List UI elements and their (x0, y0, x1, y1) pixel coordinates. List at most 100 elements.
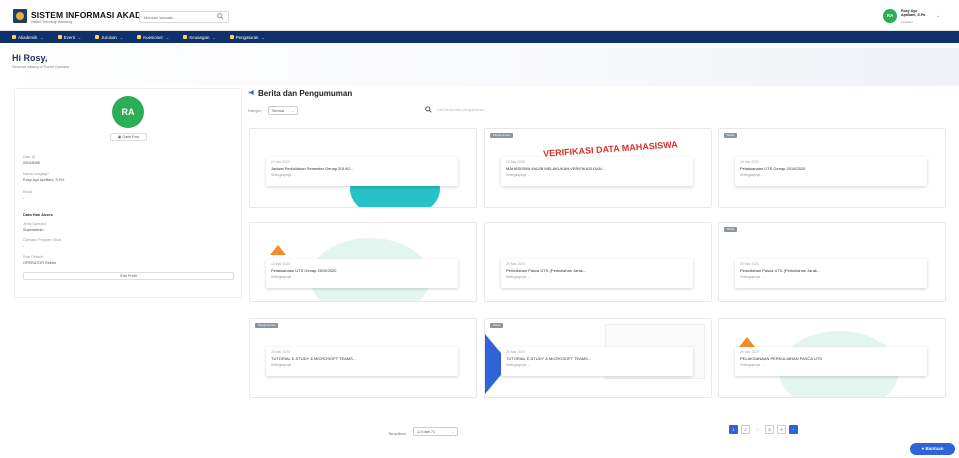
category-badge: Berita (724, 133, 738, 138)
news-date: 26 Mar 2020 (271, 350, 291, 354)
news-title-link[interactable]: MAHASISWA WAJIB MELAKUKAN VERIFIKASI DAN… (506, 166, 688, 171)
profile-avatar: RA (112, 96, 144, 128)
institution-logo[interactable] (13, 9, 27, 23)
full-name-value: Rosy Ayu Apriliani, S.Pd. (23, 178, 65, 182)
chevron-down-icon: ⌄ (261, 34, 265, 40)
per-page-label: Tampilkan (388, 431, 407, 436)
news-title-link[interactable]: Perkuliahan Pasca UTS (Perkuliahan Jarak… (506, 268, 688, 273)
category-badge: Pengumuman (490, 133, 514, 138)
user-id-label: User ID (23, 155, 36, 159)
news-date: 25 Mar 2020 (740, 262, 760, 266)
triangle-decoration (270, 245, 286, 255)
top-header: SISTEM INFORMASI AKADEMIK Institut Tekno… (0, 0, 959, 31)
megaphone-icon (248, 89, 254, 96)
department-icon (95, 35, 100, 39)
operator-type-label: Jenis Operator (23, 222, 47, 226)
news-title-link[interactable]: Pelaksanaan UTS Genap 2019/2020 (271, 268, 453, 273)
help-button[interactable]: ● Bantuan (910, 443, 955, 455)
nav-item-kuesioner[interactable]: Kuesioner ⌄ (137, 35, 169, 40)
user-role: Operator (901, 20, 913, 24)
card-panel: 26 Mar 2020 TUTORIAL E-STUDY & MICROSOFT… (501, 347, 693, 376)
nav-item-jurusan[interactable]: Jurusan ⌄ (95, 35, 123, 40)
news-title-link[interactable]: Jadwal Perkuliahan Semester Genap 2019/2… (271, 166, 453, 171)
category-badge: Berita (490, 323, 504, 328)
category-badge: Pengumuman (255, 323, 279, 328)
global-search-input[interactable] (139, 11, 229, 23)
read-more-link[interactable]: Selengkapnya → (271, 173, 453, 177)
read-more-link[interactable]: Selengkapnya → (271, 275, 453, 279)
filter-label: Kategori (248, 109, 262, 113)
page-button-8[interactable]: 8 (765, 425, 774, 434)
triangle-decoration (739, 337, 755, 347)
news-card[interactable]: Berita 26 Mar 2020 TUTORIAL E-STUDY & MI… (484, 318, 712, 398)
news-title-link[interactable]: Perkuliahan Pasca UTS (Perkuliahan Jarak… (740, 268, 922, 273)
news-title-link[interactable]: TUTORIAL E-STUDY & MICROSOFT TEAMS... (271, 356, 453, 361)
news-date: 24 Jan 2020 (271, 160, 290, 164)
chevron-down-icon: ⌄ (451, 430, 454, 434)
nav-item-keuangan[interactable]: Keuangan ⌄ (183, 34, 216, 40)
page-button-2[interactable]: 2 (741, 425, 750, 434)
operator-type-value: Superadmin (23, 228, 44, 232)
news-card[interactable]: 25 Mar 2020 Perkuliahan Pasca UTS (Perku… (484, 222, 712, 302)
news-card[interactable]: 26 Mar 2020 PELAKSANAAN PERKULIAHAN PASC… (718, 318, 946, 398)
main-nav: Akademik ⌄ Event ⌄ Jurusan ⌄ Kuesioner ⌄ Keu… (0, 31, 959, 43)
nav-item-event[interactable]: Event ⌄ (57, 34, 82, 40)
email-label: Email (23, 190, 32, 194)
news-search-input[interactable]: Cari berita atau pengumuman (437, 108, 485, 112)
news-card[interactable]: 24 Jan 2020 Jadwal Perkuliahan Semester … (249, 128, 477, 208)
nav-item-akademik[interactable]: Akademik ⌄ (12, 35, 44, 40)
read-more-link[interactable]: Selengkapnya → (740, 363, 922, 367)
news-date: 26 Mar 2020 (506, 350, 526, 354)
card-panel: 25 Mar 2020 Perkuliahan Pasca UTS (Perku… (735, 259, 927, 288)
search-icon[interactable] (217, 13, 224, 20)
finance-icon (183, 35, 188, 39)
next-page-button[interactable]: › (789, 425, 798, 434)
card-panel: 25 Mar 2020 Perkuliahan Pasca UTS (Perku… (501, 259, 693, 288)
news-title-link[interactable]: Pelaksanaan UTS Genap 2019/2020 (740, 166, 922, 171)
greeting-banner (0, 48, 959, 86)
per-page-select[interactable]: 1-9 dari 71 ⌄ (413, 427, 458, 436)
news-date: 25 Mar 2020 (506, 262, 526, 266)
card-panel: 24 Jan 2020 Jadwal Perkuliahan Semester … (266, 157, 458, 186)
prodi-label: Operator Program Studi (23, 238, 62, 242)
greeting-subtitle: Selamat datang di Portal Operator (12, 65, 70, 69)
user-avatar[interactable]: RA (883, 9, 897, 23)
read-more-link[interactable]: Selengkapnya → (506, 363, 688, 367)
chevron-down-icon: ⌄ (166, 34, 170, 40)
news-card[interactable]: Berita 16 Mar 2020 Pelaksanaan UTS Genap… (718, 128, 946, 208)
chevron-down-icon: ⌄ (119, 34, 124, 40)
chevron-down-icon: ⌄ (212, 34, 216, 40)
questionnaire-icon (137, 35, 142, 39)
chevron-down-icon: ⌄ (40, 34, 44, 40)
change-photo-button[interactable]: ▣ Ganti Foto (110, 133, 147, 141)
full-name-label: Nama Lengkap* (23, 172, 49, 176)
read-more-link[interactable]: Selengkapnya → (506, 173, 688, 177)
page-button-1[interactable]: 1 (729, 425, 738, 434)
access-heading: Data Hak Akses (23, 212, 53, 217)
edit-profile-button[interactable]: Edit Profil (23, 272, 234, 280)
chevron-down-icon: ⌄ (77, 34, 82, 40)
card-panel: 16 Mar 2020 Pelaksanaan UTS Genap 2019/2… (735, 157, 927, 186)
news-title-link[interactable]: TUTORIAL E-STUDY & MICROSOFT TEAMS... (506, 356, 688, 361)
news-card[interactable]: Berita 25 Mar 2020 Perkuliahan Pasca UTS… (718, 222, 946, 302)
default-role-label: Role Default (23, 255, 43, 259)
card-panel: 16 Mar 2020 Pelaksanaan UTS Genap 2019/2… (266, 259, 458, 288)
chevron-down-icon: ⌄ (291, 109, 294, 113)
search-icon[interactable] (425, 106, 432, 113)
read-more-link[interactable]: Selengkapnya → (740, 275, 922, 279)
category-select[interactable]: Semua ⌄ (268, 106, 298, 115)
nav-item-pengaturan[interactable]: Pengaturan ⌄ (229, 34, 265, 40)
read-more-link[interactable]: Selengkapnya → (506, 275, 688, 279)
chevron-down-icon[interactable]: ⌄ (936, 13, 940, 19)
news-card[interactable]: Pengumuman VERIFIKASI DATA MAHASISWA 10 … (484, 128, 712, 208)
news-date: 16 Mar 2020 (271, 262, 291, 266)
news-title-link[interactable]: PELAKSANAAN PERKULIAHAN PASCA UTS (740, 356, 922, 361)
page-ellipsis: ... (753, 425, 762, 434)
read-more-link[interactable]: Selengkapnya → (740, 173, 922, 177)
read-more-link[interactable]: Selengkapnya → (271, 363, 453, 367)
news-card[interactable]: Pengumuman 26 Mar 2020 TUTORIAL E-STUDY … (249, 318, 477, 398)
news-date: 10 Mar 2020 (506, 160, 526, 164)
app-subtitle: Institut Teknologi Bandung (31, 20, 72, 24)
page-button-9[interactable]: 9 (777, 425, 786, 434)
news-card[interactable]: 16 Mar 2020 Pelaksanaan UTS Genap 2019/2… (249, 222, 477, 302)
